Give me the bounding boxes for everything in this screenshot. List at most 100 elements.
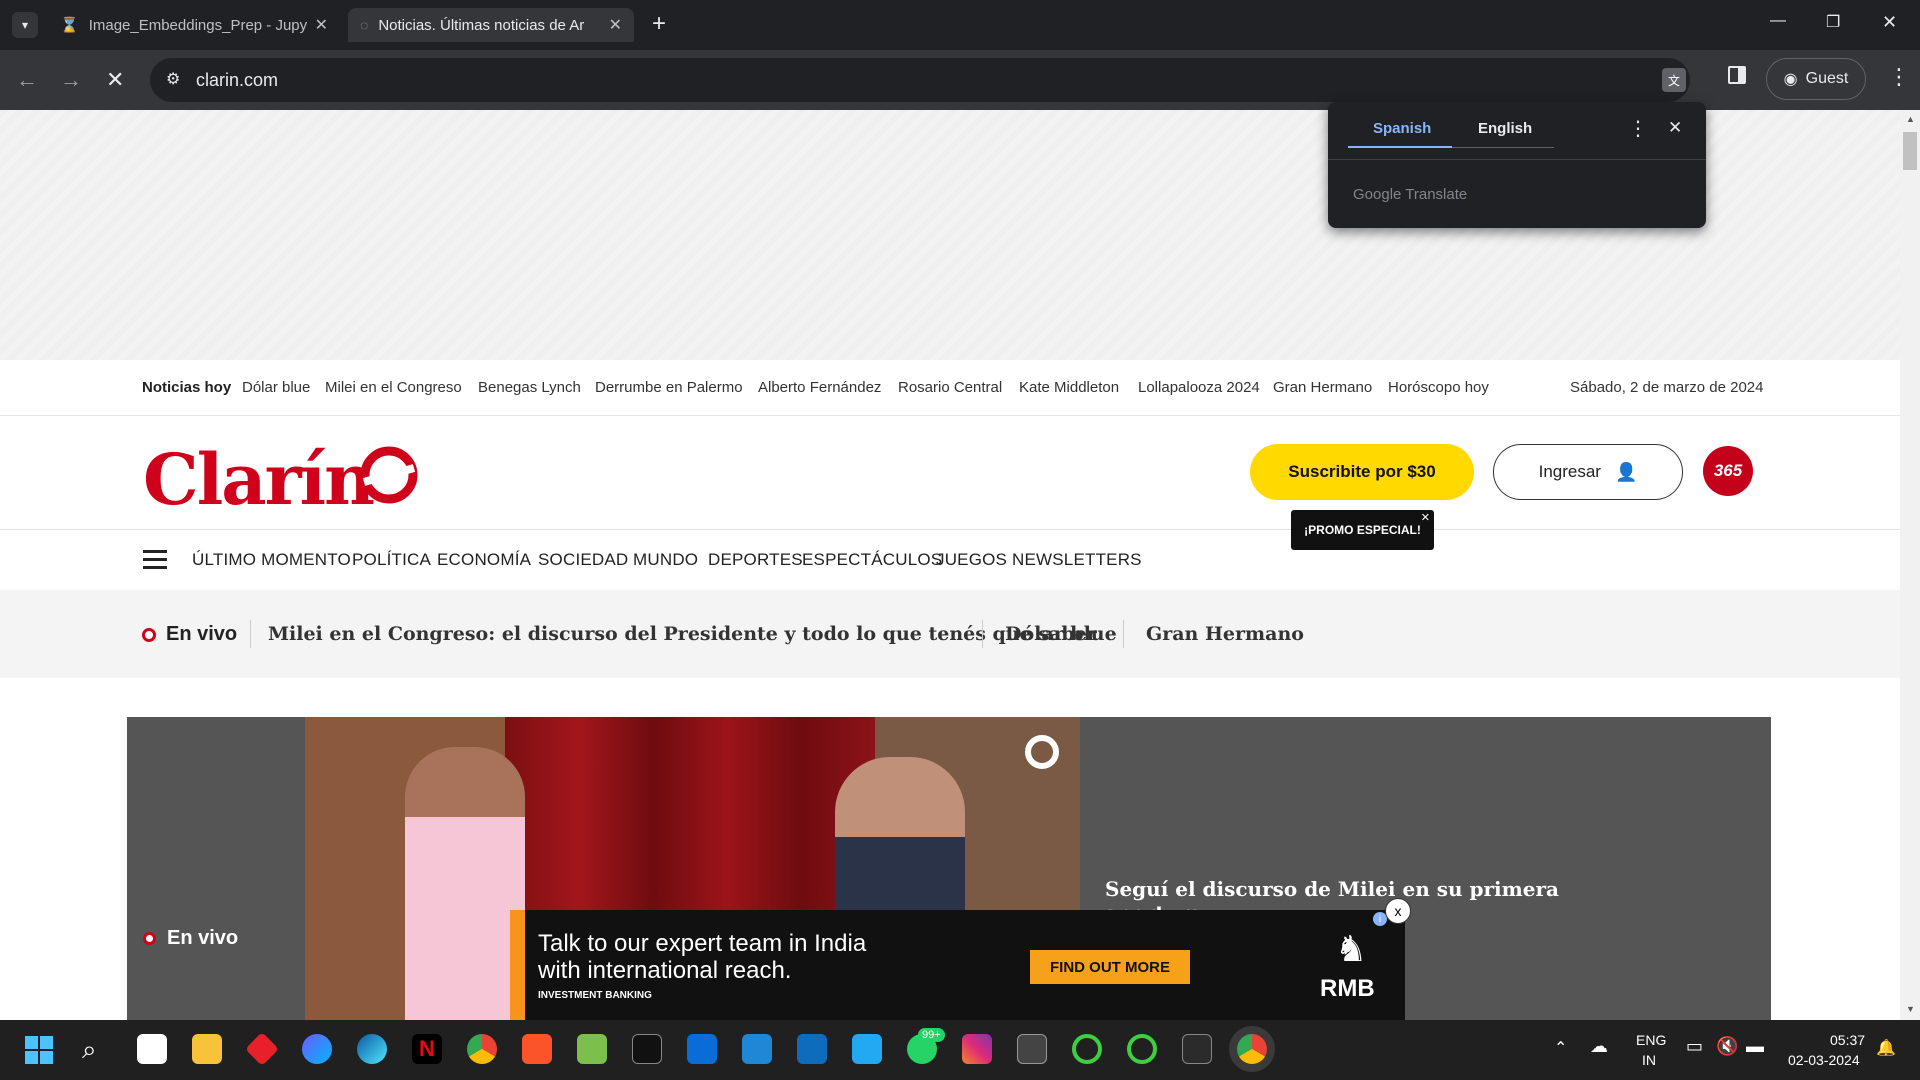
page-scrollbar[interactable]: ▲ ▼ — [1900, 110, 1920, 1020]
live-link[interactable]: Gran Hermano — [1146, 623, 1304, 645]
side-panel-icon[interactable] — [1728, 66, 1746, 84]
notifications-bell-icon[interactable]: 🔔 — [1876, 1038, 1896, 1058]
ad-cta-button[interactable]: FIND OUT MORE — [1030, 950, 1190, 984]
powershell-icon[interactable] — [1182, 1034, 1212, 1064]
nav-espectaculos[interactable]: ESPECTÁCULOS — [802, 550, 942, 570]
back-icon[interactable]: ← — [16, 68, 38, 92]
notepad-icon[interactable] — [577, 1034, 607, 1064]
live-link[interactable]: Dólar blue — [1005, 623, 1117, 645]
store-icon[interactable] — [137, 1034, 167, 1064]
clarin-365-badge[interactable]: 365 — [1703, 446, 1753, 496]
minimize-icon[interactable]: — — [1770, 12, 1786, 30]
site-info-icon[interactable]: ⚙ — [166, 69, 180, 89]
scroll-down-icon[interactable]: ▼ — [1906, 1004, 1915, 1014]
topic-link[interactable]: Rosario Central — [898, 379, 1002, 396]
terminal-icon[interactable] — [632, 1034, 662, 1064]
instagram-icon[interactable] — [962, 1034, 992, 1064]
forward-icon[interactable]: → — [60, 68, 82, 92]
topic-link[interactable]: Lollapalooza 2024 — [1138, 379, 1260, 396]
active-tab-indicator — [1348, 146, 1452, 148]
live-link[interactable]: Milei en el Congreso: el discurso del Pr… — [268, 623, 1097, 645]
nav-juegos[interactable]: JUEGOS — [936, 550, 1007, 570]
clarin-logo[interactable]: Clarín — [143, 438, 375, 521]
lion-logo-icon: ♞ — [1335, 928, 1368, 969]
tab-clarin[interactable]: ◌ Noticias. Últimas noticias de Ar ✕ — [348, 8, 634, 42]
app-red-diamond-icon[interactable] — [245, 1032, 279, 1066]
nav-politica[interactable]: POLÍTICA — [352, 550, 431, 570]
topic-link[interactable]: Dólar blue — [242, 379, 310, 396]
network-icon[interactable]: ▭ — [1686, 1036, 1703, 1057]
clock-time[interactable]: 05:37 — [1830, 1032, 1865, 1048]
topic-link[interactable]: Gran Hermano — [1273, 379, 1372, 396]
onedrive-icon[interactable]: ☁ — [1590, 1036, 1608, 1057]
start-windows-icon[interactable] — [25, 1036, 53, 1064]
close-tab-icon[interactable]: ✕ — [315, 15, 328, 35]
scroll-up-icon[interactable]: ▲ — [1906, 114, 1915, 124]
prime-video-icon[interactable] — [742, 1034, 772, 1064]
volume-muted-icon[interactable]: 🔇 — [1716, 1036, 1738, 1057]
url-text[interactable]: clarin.com — [196, 70, 278, 91]
profile-button[interactable]: ◉ Guest — [1766, 58, 1866, 100]
search-icon[interactable]: ⌕ — [82, 1034, 97, 1066]
nav-mundo[interactable]: MUNDO — [633, 550, 698, 570]
file-explorer-icon[interactable] — [192, 1034, 222, 1064]
address-bar[interactable]: ⚙ clarin.com 文 — [150, 58, 1690, 102]
topic-link[interactable]: Derrumbe en Palermo — [595, 379, 743, 396]
subscribe-button[interactable]: Suscribite por $30 — [1250, 444, 1474, 500]
restore-icon[interactable]: ❐ — [1826, 12, 1840, 32]
nav-deportes[interactable]: DEPORTES — [708, 550, 803, 570]
topic-link[interactable]: Kate Middleton — [1019, 379, 1119, 396]
close-window-icon[interactable]: ✕ — [1882, 12, 1897, 33]
live-dot-icon — [143, 932, 156, 945]
battery-icon[interactable]: ▬ — [1746, 1036, 1764, 1057]
ad-accent-stripe — [510, 910, 525, 1020]
close-icon[interactable]: ✕ — [1668, 118, 1682, 138]
clarin-mark-icon — [1025, 735, 1059, 769]
nav-sociedad[interactable]: SOCIEDAD — [538, 550, 628, 570]
edge-icon[interactable] — [357, 1034, 387, 1064]
show-hidden-icons-icon[interactable]: ⌃ — [1554, 1038, 1567, 1058]
clock-date[interactable]: 02-03-2024 — [1788, 1052, 1860, 1068]
ad-close-button[interactable]: x — [1385, 898, 1411, 924]
target-lang-tab[interactable]: English — [1478, 120, 1532, 137]
netflix-icon[interactable]: N — [412, 1034, 442, 1064]
divider — [1328, 159, 1706, 160]
nav-economia[interactable]: ECONOMÍA — [437, 550, 531, 570]
nav-newsletters[interactable]: NEWSLETTERS — [1012, 550, 1142, 570]
chrome-active-icon[interactable] — [1237, 1034, 1267, 1064]
translate-icon[interactable]: 文 — [1662, 68, 1686, 92]
app-green-ring-icon[interactable] — [1127, 1034, 1157, 1064]
chrome-icon[interactable] — [467, 1034, 497, 1064]
divider — [1123, 620, 1124, 648]
lang-top[interactable]: ENG — [1636, 1032, 1666, 1048]
tab-search-icon[interactable]: ▾ — [12, 12, 38, 38]
nav-ultimo-momento[interactable]: ÚLTIMO MOMENTO — [192, 550, 351, 570]
new-tab-button[interactable]: + — [652, 10, 666, 38]
topic-link[interactable]: Horóscopo hoy — [1388, 379, 1489, 396]
app-green-ring-icon[interactable] — [1072, 1034, 1102, 1064]
vscode-icon[interactable] — [852, 1034, 882, 1064]
browser-toolbar: ← → ✕ ⚙ clarin.com 文 ◉ Guest ⋮ — [0, 50, 1920, 110]
close-tab-icon[interactable]: ✕ — [609, 15, 622, 35]
menu-kebab-icon[interactable]: ⋮ — [1888, 64, 1910, 90]
tab-jupyter[interactable]: ⌛ Image_Embeddings_Prep - Jupy ✕ — [48, 8, 340, 42]
scroll-thumb[interactable] — [1903, 132, 1917, 170]
topic-link[interactable]: Alberto Fernández — [758, 379, 881, 396]
copilot-icon[interactable] — [302, 1034, 332, 1064]
outlook-icon[interactable] — [797, 1034, 827, 1064]
stop-loading-icon[interactable]: ✕ — [106, 68, 124, 92]
login-button[interactable]: Ingresar 👤 — [1493, 444, 1683, 500]
bottom-ad-banner[interactable]: Talk to our expert team in India with in… — [510, 910, 1405, 1020]
close-icon[interactable]: ✕ — [1421, 511, 1430, 524]
brave-icon[interactable] — [522, 1034, 552, 1064]
more-options-icon[interactable]: ⋮ — [1628, 116, 1648, 141]
hamburger-menu-icon[interactable] — [143, 550, 167, 570]
source-lang-tab[interactable]: Spanish — [1373, 120, 1431, 137]
topic-link[interactable]: Milei en el Congreso — [325, 379, 462, 396]
topic-link[interactable]: Benegas Lynch — [478, 379, 581, 396]
lang-bottom[interactable]: IN — [1642, 1052, 1656, 1068]
app-blue-icon[interactable] — [687, 1034, 717, 1064]
translate-popup: Spanish English ⋮ ✕ Google Translate — [1328, 102, 1706, 228]
app-window-icon[interactable] — [1017, 1034, 1047, 1064]
ad-headline: Talk to our expert team in India with in… — [538, 930, 866, 984]
